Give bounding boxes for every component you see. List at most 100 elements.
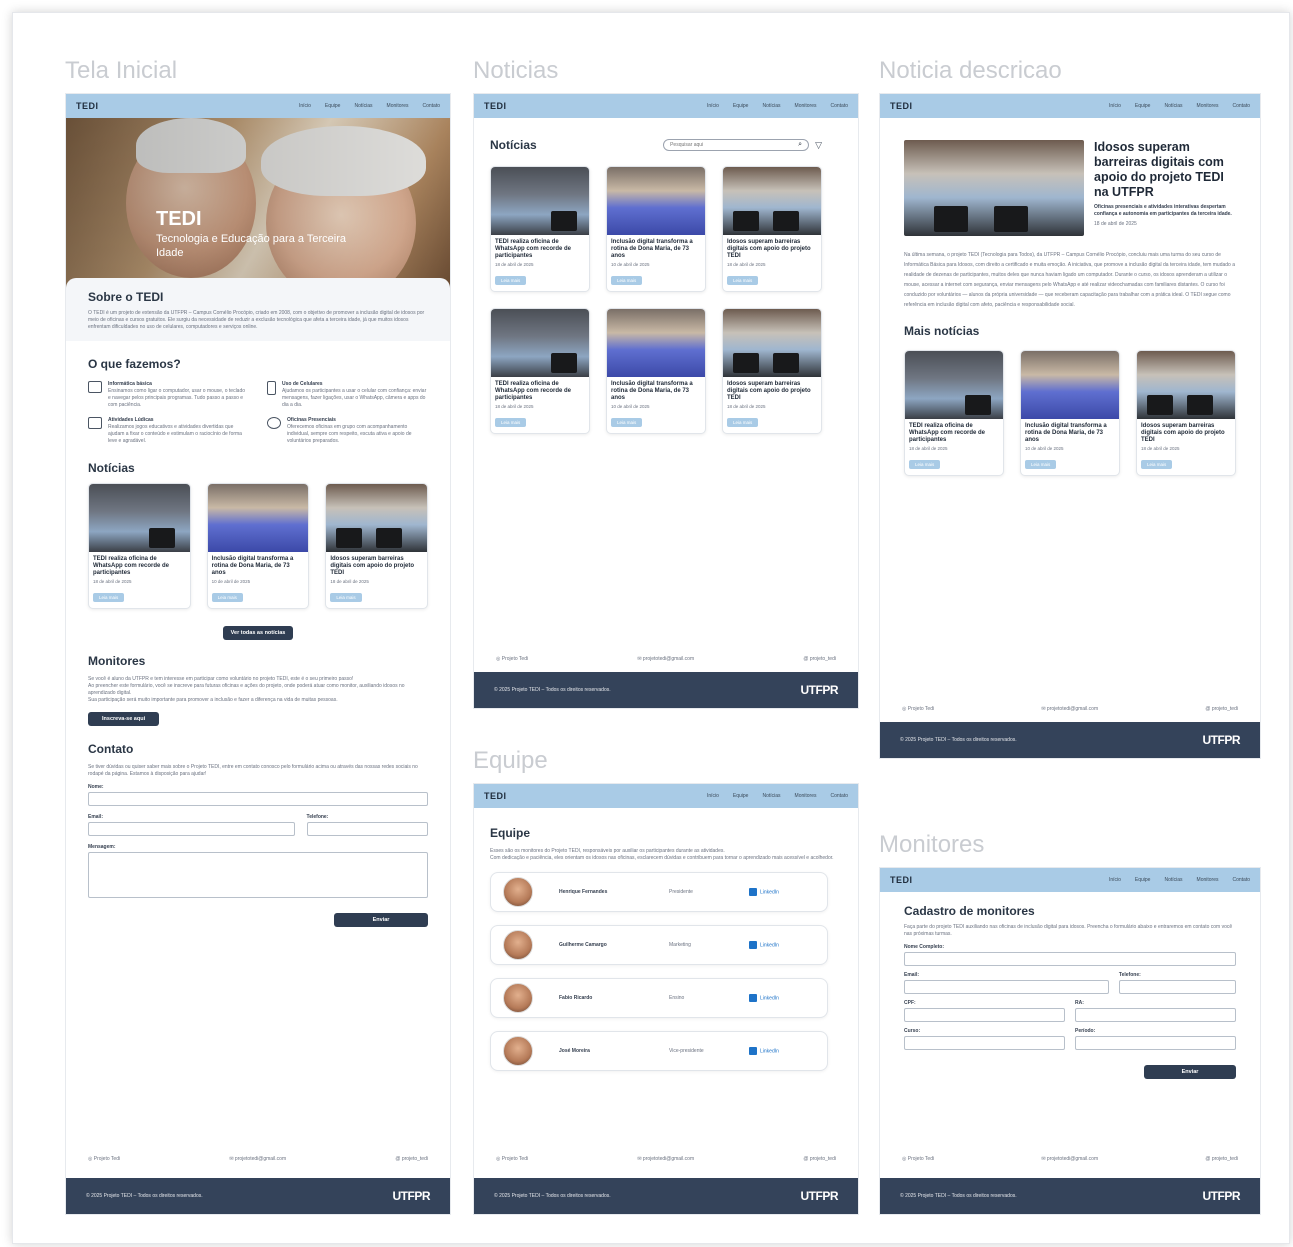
member-name: José Moreira xyxy=(559,1047,590,1054)
nav-contact[interactable]: Contato xyxy=(830,103,848,109)
email-link[interactable]: ✉ projetotedi@gmail.com xyxy=(637,1156,694,1162)
copyright: © 2025 Projeto TEDI – Todos os direitos … xyxy=(494,1193,611,1199)
read-more-button[interactable]: Leia mais xyxy=(727,418,759,427)
search-input[interactable] xyxy=(670,142,781,148)
handle-link[interactable]: @ projeto_tedi xyxy=(803,1156,836,1162)
nav-team[interactable]: Equipe xyxy=(733,103,749,109)
feature-title: Atividades Lúdicas xyxy=(108,417,154,423)
read-more-button[interactable]: Leia mais xyxy=(211,593,243,602)
news-card[interactable]: TEDI realiza oficina de WhatsApp com rec… xyxy=(88,483,191,609)
read-more-button[interactable]: Leia mais xyxy=(330,593,362,602)
search-box[interactable]: ⌕ xyxy=(663,139,810,151)
news-card[interactable]: Idosos superam barreiras digitais com ap… xyxy=(722,308,822,434)
news-card[interactable]: Inclusão digital transforma a rotina de … xyxy=(606,308,706,434)
nav-team[interactable]: Equipe xyxy=(1135,103,1151,109)
signup-button[interactable]: Inscreva-se aqui xyxy=(88,712,160,726)
phone-label: Telefone: xyxy=(306,814,329,820)
nav-news[interactable]: Notícias xyxy=(1164,877,1182,883)
monitors-topbar: TEDI Início Equipe Notícias Monitores Co… xyxy=(880,868,1260,892)
linkedin-link[interactable]: LinkedIn xyxy=(749,993,779,1002)
email-field[interactable] xyxy=(88,822,295,836)
read-more-button[interactable]: Leia mais xyxy=(611,418,643,427)
full-name-field[interactable] xyxy=(904,952,1236,966)
nav-monitors[interactable]: Monitores xyxy=(1197,877,1219,883)
read-more-button[interactable]: Leia mais xyxy=(611,276,643,285)
feature-title: Oficinas Presenciais xyxy=(287,417,336,423)
nav-monitors[interactable]: Monitores xyxy=(1197,103,1219,109)
tedi-logo[interactable]: TEDI xyxy=(484,791,507,801)
news-card[interactable]: TEDI realiza oficina de WhatsApp com rec… xyxy=(490,308,590,434)
search-icon[interactable]: ⌕ xyxy=(798,141,802,149)
period-field[interactable] xyxy=(1075,1036,1236,1050)
email-link[interactable]: ✉ projetotedi@gmail.com xyxy=(637,656,694,662)
phone-field[interactable] xyxy=(306,822,428,836)
more-news-cards: TEDI realiza oficina de WhatsApp com rec… xyxy=(880,338,1260,476)
nav-news[interactable]: Notícias xyxy=(762,793,780,799)
name-field[interactable] xyxy=(88,792,428,806)
handle-link[interactable]: @ projeto_tedi xyxy=(1205,706,1238,712)
nav-monitors[interactable]: Monitores xyxy=(795,793,817,799)
instagram-link[interactable]: ◎ Projeto Tedi xyxy=(88,1156,120,1162)
nav-contact[interactable]: Contato xyxy=(1232,103,1250,109)
send-button[interactable]: Enviar xyxy=(1144,1065,1236,1079)
email-link[interactable]: ✉ projetotedi@gmail.com xyxy=(229,1156,286,1162)
linkedin-link[interactable]: LinkedIn xyxy=(749,887,779,896)
tedi-logo[interactable]: TEDI xyxy=(484,101,507,111)
instagram-link[interactable]: ◎ Projeto Tedi xyxy=(496,656,528,662)
read-more-button[interactable]: Leia mais xyxy=(909,460,941,469)
cpf-field[interactable] xyxy=(904,1008,1065,1022)
send-button[interactable]: Enviar xyxy=(334,913,428,927)
nav-home[interactable]: Início xyxy=(707,103,719,109)
nav-home[interactable]: Início xyxy=(1109,103,1121,109)
handle-link[interactable]: @ projeto_tedi xyxy=(803,656,836,662)
filter-icon[interactable]: ▽ xyxy=(815,140,822,151)
instagram-link[interactable]: ◎ Projeto Tedi xyxy=(496,1156,528,1162)
feature-text: Realizamos jogos educativos e atividades… xyxy=(108,424,242,444)
handle-link[interactable]: @ projeto_tedi xyxy=(395,1156,428,1162)
nav-contact[interactable]: Contato xyxy=(1232,877,1250,883)
nav-contact[interactable]: Contato xyxy=(422,103,440,109)
nav-news[interactable]: Notícias xyxy=(354,103,372,109)
linkedin-link[interactable]: LinkedIn xyxy=(749,1046,779,1055)
all-news-button[interactable]: Ver todas as notícias xyxy=(222,626,294,640)
email-link[interactable]: ✉ projetotedi@gmail.com xyxy=(1041,1156,1098,1162)
tedi-logo[interactable]: TEDI xyxy=(890,101,913,111)
ra-field[interactable] xyxy=(1075,1008,1236,1022)
nav-home[interactable]: Início xyxy=(707,793,719,799)
email-field[interactable] xyxy=(904,980,1109,994)
news-card[interactable]: Inclusão digital transforma a rotina de … xyxy=(1020,350,1120,476)
news-card[interactable]: Idosos superam barreiras digitais com ap… xyxy=(325,483,428,609)
nav-team[interactable]: Equipe xyxy=(733,793,749,799)
nav-news[interactable]: Notícias xyxy=(1164,103,1182,109)
read-more-button[interactable]: Leia mais xyxy=(495,418,527,427)
instagram-link[interactable]: ◎ Projeto Tedi xyxy=(902,706,934,712)
nav-monitors[interactable]: Monitores xyxy=(387,103,409,109)
instagram-link[interactable]: ◎ Projeto Tedi xyxy=(902,1156,934,1162)
course-field[interactable] xyxy=(904,1036,1065,1050)
linkedin-link[interactable]: LinkedIn xyxy=(749,940,779,949)
news-card[interactable]: TEDI realiza oficina de WhatsApp com rec… xyxy=(490,166,590,292)
nav-monitors[interactable]: Monitores xyxy=(795,103,817,109)
read-more-button[interactable]: Leia mais xyxy=(1141,460,1173,469)
news-card[interactable]: Idosos superam barreiras digitais com ap… xyxy=(1136,350,1236,476)
nav-team[interactable]: Equipe xyxy=(325,103,341,109)
handle-link[interactable]: @ projeto_tedi xyxy=(1205,1156,1238,1162)
read-more-button[interactable]: Leia mais xyxy=(1025,460,1057,469)
news-card[interactable]: Idosos superam barreiras digitais com ap… xyxy=(722,166,822,292)
message-field[interactable] xyxy=(88,852,428,898)
read-more-button[interactable]: Leia mais xyxy=(93,593,125,602)
nav-home[interactable]: Início xyxy=(1109,877,1121,883)
email-link[interactable]: ✉ projetotedi@gmail.com xyxy=(1041,706,1098,712)
read-more-button[interactable]: Leia mais xyxy=(495,276,527,285)
read-more-button[interactable]: Leia mais xyxy=(727,276,759,285)
news-card[interactable]: TEDI realiza oficina de WhatsApp com rec… xyxy=(904,350,1004,476)
tedi-logo[interactable]: TEDI xyxy=(890,875,913,885)
nav-team[interactable]: Equipe xyxy=(1135,877,1151,883)
tedi-logo[interactable]: TEDI xyxy=(76,101,99,111)
nav-contact[interactable]: Contato xyxy=(830,793,848,799)
phone-field[interactable] xyxy=(1118,980,1236,994)
nav-news[interactable]: Notícias xyxy=(762,103,780,109)
news-card[interactable]: Inclusão digital transforma a rotina de … xyxy=(606,166,706,292)
nav-home[interactable]: Início xyxy=(299,103,311,109)
news-card[interactable]: Inclusão digital transforma a rotina de … xyxy=(206,483,310,609)
